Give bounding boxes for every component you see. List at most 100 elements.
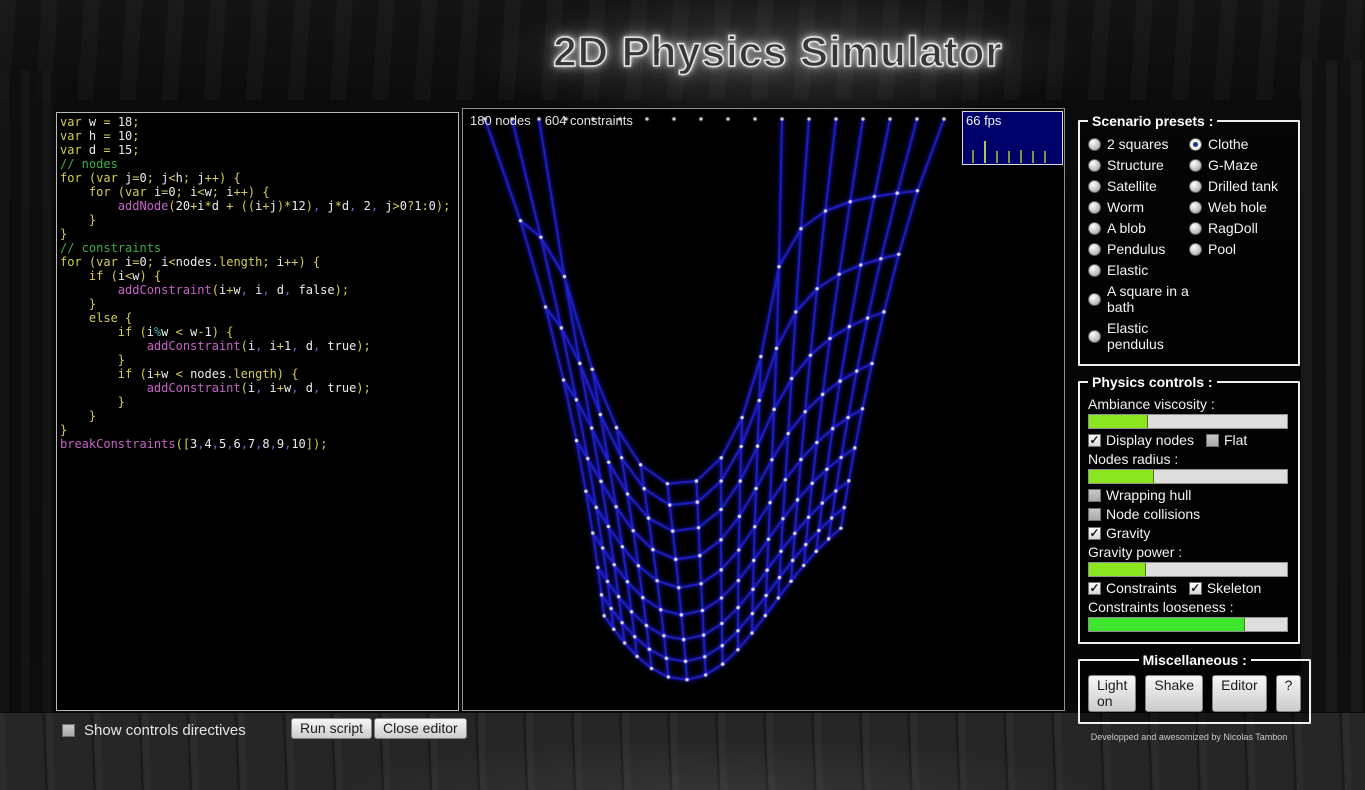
cloth-simulation-canvas[interactable] (463, 109, 1064, 710)
scenario-option-clothe[interactable]: Clothe (1189, 136, 1290, 152)
scenario-option-pool[interactable]: Pool (1189, 241, 1290, 257)
checkbox-option-node-collisions[interactable]: Node collisions (1088, 506, 1200, 522)
constraints-count: 604 constraints (545, 113, 633, 128)
scenario-option-drilled-tank[interactable]: Drilled tank (1189, 178, 1290, 194)
fps-monitor: 66 fps (962, 111, 1063, 165)
close-editor-button[interactable]: Close editor (374, 718, 467, 739)
slider-gravity-power[interactable] (1088, 562, 1288, 577)
radio-icon[interactable] (1189, 243, 1202, 256)
scenario-option-label: A square in a bath (1107, 283, 1189, 315)
code-line: var h = 10; (60, 129, 458, 143)
simulation-panel[interactable]: 180 nodes 604 constraints 66 fps (462, 108, 1065, 711)
slider-constraints-looseness[interactable] (1088, 617, 1288, 632)
checkbox-option-gravity[interactable]: ✓ Gravity (1088, 525, 1150, 541)
scenario-option-label: Elastic pendulus (1107, 320, 1189, 352)
checkbox-icon[interactable]: ✓ (1088, 434, 1101, 447)
checkbox-option-wrapping-hull[interactable]: Wrapping hull (1088, 487, 1191, 503)
slider-fill (1089, 563, 1146, 576)
radio-icon[interactable] (1088, 201, 1101, 214)
scenario-option-label: Satellite (1107, 178, 1157, 194)
scenario-option-2-squares[interactable]: 2 squares (1088, 136, 1189, 152)
scenario-option-label: Web hole (1208, 199, 1267, 215)
fps-bar (996, 151, 998, 163)
miscellaneous-buttons: Light onShakeEditor? (1088, 675, 1301, 712)
scenario-option-label: 2 squares (1107, 136, 1168, 152)
code-line: if (i<w) { (60, 269, 458, 283)
scenario-option-label: Clothe (1208, 136, 1248, 152)
radio-icon[interactable] (1189, 222, 1202, 235)
radio-icon[interactable] (1088, 138, 1101, 151)
scenario-presets-legend: Scenario presets : (1088, 113, 1217, 129)
code-line: } (60, 227, 458, 241)
code-line: } (60, 213, 458, 227)
scenario-option-g-maze[interactable]: G-Maze (1189, 157, 1290, 173)
scenario-option-elastic-pendulus[interactable]: Elastic pendulus (1088, 320, 1189, 352)
control-label-constraints-looseness: Constraints looseness : (1088, 599, 1290, 615)
show-controls-directives[interactable]: Show controls directives (62, 722, 246, 739)
slider-ambiance-viscosity[interactable] (1088, 414, 1288, 429)
checkbox-option-display-nodes[interactable]: ✓ Display nodes (1088, 432, 1194, 448)
code-line: else { (60, 311, 458, 325)
scenario-option-elastic[interactable]: Elastic (1088, 262, 1189, 278)
simulation-stats: 180 nodes 604 constraints (470, 113, 647, 128)
control-label-nodes-radius: Nodes radius : (1088, 451, 1290, 467)
run-script-button[interactable]: Run script (291, 718, 372, 739)
editor-button[interactable]: Editor (1212, 675, 1267, 712)
help-button[interactable]: ? (1276, 675, 1302, 712)
light-on-button[interactable]: Light on (1088, 675, 1136, 712)
slider-fill (1089, 415, 1148, 428)
room-wall-left (0, 70, 54, 714)
scenario-option-web-hole[interactable]: Web hole (1189, 199, 1290, 215)
miscellaneous-legend: Miscellaneous : (1139, 652, 1251, 668)
scenario-option-worm[interactable]: Worm (1088, 199, 1189, 215)
checkbox-option-skeleton[interactable]: ✓Skeleton (1189, 580, 1261, 596)
scenario-option-structure[interactable]: Structure (1088, 157, 1189, 173)
code-text[interactable]: var w = 18;var h = 10;var d = 15;// node… (57, 113, 458, 451)
radio-icon[interactable] (1088, 180, 1101, 193)
checkbox-option-flat[interactable]: Flat (1206, 432, 1247, 448)
checkbox-icon[interactable] (1088, 489, 1101, 502)
scenario-option-label: Drilled tank (1208, 178, 1278, 194)
checkbox-row: ✓Constraints ✓Skeleton (1088, 580, 1290, 596)
code-line: breakConstraints([3,4,5,6,7,8,9,10]); (60, 437, 458, 451)
show-controls-directives-checkbox[interactable] (62, 724, 75, 737)
code-line: // constraints (60, 241, 458, 255)
checkbox-label: Display nodes (1106, 432, 1194, 448)
checkbox-icon[interactable]: ✓ (1088, 527, 1101, 540)
checkbox-icon[interactable]: ✓ (1189, 582, 1202, 595)
radio-icon[interactable] (1189, 201, 1202, 214)
scenario-option-satellite[interactable]: Satellite (1088, 178, 1189, 194)
nodes-count: 180 nodes (470, 113, 531, 128)
radio-icon[interactable] (1088, 159, 1101, 172)
scenario-option-a-square-in-a-bath[interactable]: A square in a bath (1088, 283, 1189, 315)
control-sidebar: Scenario presets : 2 squares Structure Sat… (1078, 113, 1300, 742)
scenario-option-label: Elastic (1107, 262, 1148, 278)
fps-bar (1032, 151, 1034, 163)
radio-icon[interactable] (1088, 264, 1101, 277)
code-line: addConstraint(i+w, i, d, false); (60, 283, 458, 297)
script-editor[interactable]: var w = 18;var h = 10;var d = 15;// node… (56, 112, 459, 711)
radio-icon[interactable] (1088, 293, 1101, 306)
fps-bar (972, 150, 974, 163)
show-controls-directives-label: Show controls directives (84, 722, 246, 739)
checkbox-icon[interactable] (1206, 434, 1219, 447)
radio-icon[interactable] (1189, 159, 1202, 172)
radio-icon[interactable] (1189, 138, 1202, 151)
checkbox-icon[interactable] (1088, 508, 1101, 521)
checkbox-label: Gravity (1106, 525, 1150, 541)
miscellaneous-group: Miscellaneous : Light onShakeEditor? (1078, 652, 1311, 724)
checkbox-option-constraints[interactable]: ✓Constraints (1088, 580, 1177, 596)
slider-nodes-radius[interactable] (1088, 469, 1288, 484)
scenario-option-pendulus[interactable]: Pendulus (1088, 241, 1189, 257)
radio-icon[interactable] (1088, 222, 1101, 235)
radio-icon[interactable] (1088, 243, 1101, 256)
fps-label: 66 fps (966, 113, 1001, 128)
slider-fill (1089, 618, 1245, 631)
radio-icon[interactable] (1088, 330, 1101, 343)
code-line: if (i+w < nodes.length) { (60, 367, 458, 381)
scenario-option-ragdoll[interactable]: RagDoll (1189, 220, 1290, 236)
shake-button[interactable]: Shake (1145, 675, 1203, 712)
radio-icon[interactable] (1189, 180, 1202, 193)
checkbox-icon[interactable]: ✓ (1088, 582, 1101, 595)
scenario-option-a-blob[interactable]: A blob (1088, 220, 1189, 236)
